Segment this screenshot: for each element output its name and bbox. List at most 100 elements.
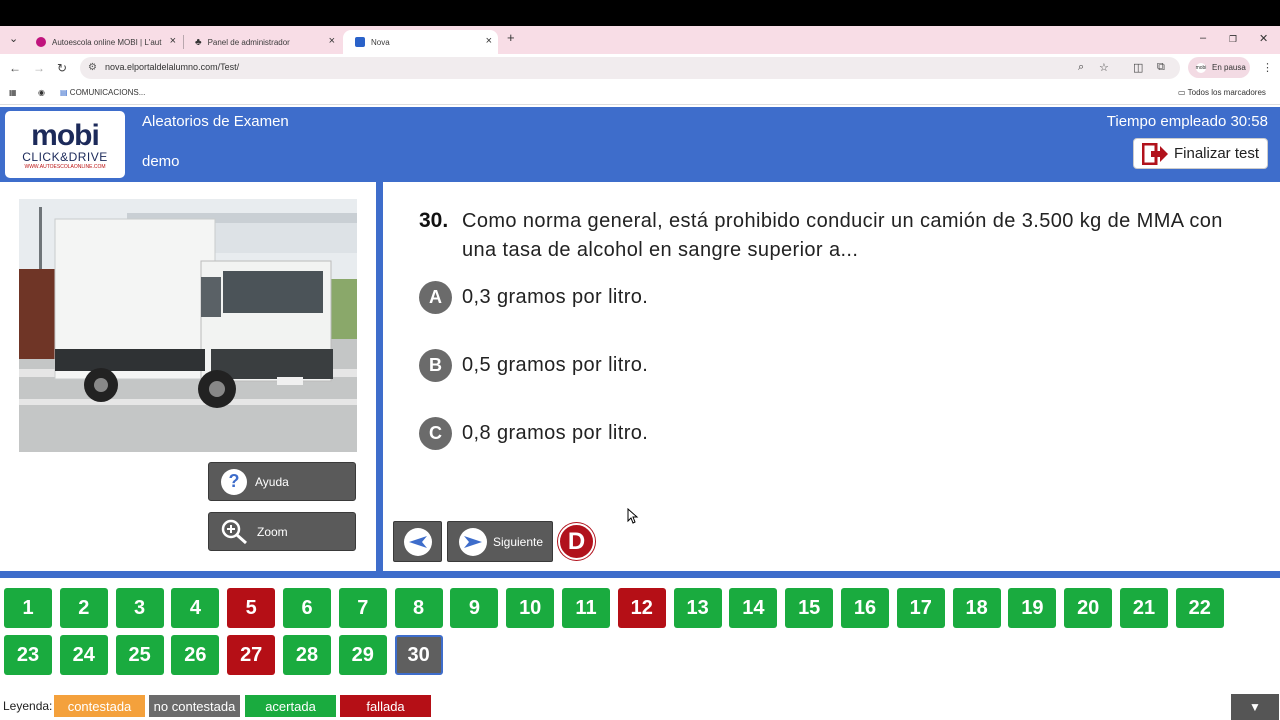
close-tab-icon[interactable]: × <box>486 35 492 47</box>
close-tab-icon[interactable]: × <box>170 35 176 47</box>
question-nav-28[interactable]: 28 <box>283 635 331 675</box>
question-nav-11[interactable]: 11 <box>562 588 610 628</box>
legend-fallada: fallada <box>340 695 431 717</box>
option-text: 0,8 gramos por litro. <box>462 421 649 444</box>
help-question-icon: ? <box>221 468 247 495</box>
question-nav-27[interactable]: 27 <box>227 635 276 675</box>
question-nav-13[interactable]: 13 <box>673 588 722 628</box>
folder-icon: ▭ <box>1178 88 1186 97</box>
question-nav-7[interactable]: 7 <box>338 588 387 628</box>
question-nav-15[interactable]: 15 <box>785 588 834 628</box>
apps-grid-icon[interactable]: ▦ <box>9 88 17 97</box>
legend-acertada: acertada <box>245 695 336 717</box>
question-nav-26[interactable]: 26 <box>171 635 220 675</box>
question-nav-8[interactable]: 8 <box>394 588 443 628</box>
tab-title: Autoescola online MOBI | L'aut <box>52 37 162 47</box>
collapse-panel-button[interactable]: ▼ <box>1231 694 1279 720</box>
question-nav-9[interactable]: 9 <box>450 588 499 628</box>
all-bookmarks-label: Todos los marcadores <box>1187 88 1266 97</box>
bookmark-star-icon[interactable]: ☆ <box>1099 61 1109 74</box>
option-c[interactable]: C 0,8 gramos por litro. <box>419 416 649 450</box>
question-text: Como norma general, está prohibido condu… <box>462 210 1223 261</box>
address-bar[interactable]: ⚙ nova.elportaldelalumno.com/Test/ ⌕ ☆ <box>80 57 1180 79</box>
profile-button[interactable]: mobi En pausa <box>1188 57 1250 78</box>
site-info-icon[interactable]: ⚙ <box>88 62 97 73</box>
test-title: Aleatorios de Examen <box>142 113 289 130</box>
question-nav-25[interactable]: 25 <box>115 635 164 675</box>
question-nav-21[interactable]: 21 <box>1120 588 1168 628</box>
extension-icon[interactable]: ◫ <box>1133 61 1143 74</box>
question-nav-30[interactable]: 30 <box>394 635 443 675</box>
doc-icon: ▤ <box>60 88 68 97</box>
question-nav-23[interactable]: 23 <box>4 635 52 675</box>
option-letter: B <box>419 348 452 382</box>
tab-title: Panel de administrador <box>207 37 290 47</box>
option-letter: C <box>419 416 452 450</box>
question-nav-29[interactable]: 29 <box>338 635 387 675</box>
tab-panel-admin[interactable]: ♣ Panel de administrador × <box>183 30 341 54</box>
option-a[interactable]: A 0,3 gramos por litro. <box>419 280 648 314</box>
finish-test-button[interactable]: Finalizar test <box>1133 138 1268 169</box>
globe-icon[interactable]: ◉ <box>38 88 45 97</box>
app-header: mobi CLICK&DRIVE WWW.AUTOESCOLAONLINE.CO… <box>0 107 1280 182</box>
admin-favicon-icon: ♣ <box>195 36 202 48</box>
all-bookmarks[interactable]: ▭ Todos los marcadores <box>1178 88 1266 97</box>
legend-contestada: contestada <box>54 695 145 717</box>
close-tab-icon[interactable]: × <box>329 35 335 47</box>
test-subtitle: demo <box>142 153 180 170</box>
zoom-icon[interactable]: ⌕ <box>1078 61 1084 74</box>
panel-divider <box>376 182 383 571</box>
question-nav-16[interactable]: 16 <box>841 588 889 628</box>
question-nav-19[interactable]: 19 <box>1008 588 1057 628</box>
question-nav-5[interactable]: 5 <box>227 588 276 628</box>
question-nav-6[interactable]: 6 <box>283 588 331 628</box>
minimize-icon[interactable]: – <box>1200 32 1206 44</box>
tab-strip: ⌄ Autoescola online MOBI | L'aut × ♣ Pan… <box>0 26 1280 54</box>
question-nav-20[interactable]: 20 <box>1064 588 1113 628</box>
tab-nova[interactable]: Nova × <box>343 30 498 54</box>
question-nav-2[interactable]: 2 <box>59 588 108 628</box>
option-b[interactable]: B 0,5 gramos por litro. <box>419 348 649 382</box>
question-nav-10[interactable]: 10 <box>506 588 555 628</box>
tab-autoescola[interactable]: Autoescola online MOBI | L'aut × <box>24 30 182 54</box>
exit-icon <box>1142 142 1168 165</box>
restore-icon[interactable]: ❐ <box>1229 34 1237 45</box>
menu-kebab-icon[interactable]: ⋮ <box>1262 61 1273 74</box>
tab-search-icon[interactable]: ⌄ <box>9 32 18 45</box>
browser-toolbar: ← → ↻ ⚙ nova.elportaldelalumno.com/Test/… <box>0 54 1280 83</box>
arrow-right-icon <box>459 527 487 556</box>
url-text[interactable]: nova.elportaldelalumno.com/Test/ <box>105 62 239 72</box>
question-nav-17[interactable]: 17 <box>896 588 945 628</box>
extensions-puzzle-icon[interactable]: ⧉ <box>1157 61 1165 74</box>
zoom-button[interactable]: Zoom <box>208 512 356 551</box>
close-window-icon[interactable]: ✕ <box>1259 32 1268 45</box>
option-text: 0,5 gramos por litro. <box>462 353 649 376</box>
left-panel: ? Ayuda Zoom <box>0 182 376 571</box>
question-nav-18[interactable]: 18 <box>952 588 1001 628</box>
logo-sub: CLICK&DRIVE <box>22 150 108 164</box>
previous-button[interactable] <box>393 521 442 562</box>
next-button[interactable]: Siguiente <box>447 521 553 562</box>
profile-avatar-icon: mobi <box>1195 62 1207 73</box>
mobi-logo[interactable]: mobi CLICK&DRIVE WWW.AUTOESCOLAONLINE.CO… <box>5 111 125 178</box>
legend-no-contestada: no contestada <box>149 695 240 717</box>
question-nav-3[interactable]: 3 <box>115 588 164 628</box>
question-nav-24[interactable]: 24 <box>59 635 108 675</box>
back-icon[interactable]: ← <box>9 61 21 75</box>
help-button[interactable]: ? Ayuda <box>208 462 356 501</box>
mouse-cursor-icon <box>627 508 639 524</box>
forward-icon[interactable]: → <box>33 61 45 75</box>
doubt-badge[interactable]: D <box>558 523 595 560</box>
bookmark-comunicacions[interactable]: ▤ COMUNICACIONS... <box>60 88 145 97</box>
new-tab-button[interactable]: + <box>507 30 515 45</box>
reload-icon[interactable]: ↻ <box>57 61 67 75</box>
question-nav-4[interactable]: 4 <box>171 588 220 628</box>
question-nav-14[interactable]: 14 <box>729 588 778 628</box>
bookmark-label: COMUNICACIONS... <box>69 88 146 97</box>
question-nav-22[interactable]: 22 <box>1175 588 1224 628</box>
question-nav-12[interactable]: 12 <box>617 588 666 628</box>
os-top-bar <box>0 0 1280 26</box>
question-nav-1[interactable]: 1 <box>4 588 52 628</box>
question-image[interactable] <box>19 199 357 452</box>
legend-label: Leyenda: <box>3 699 53 713</box>
